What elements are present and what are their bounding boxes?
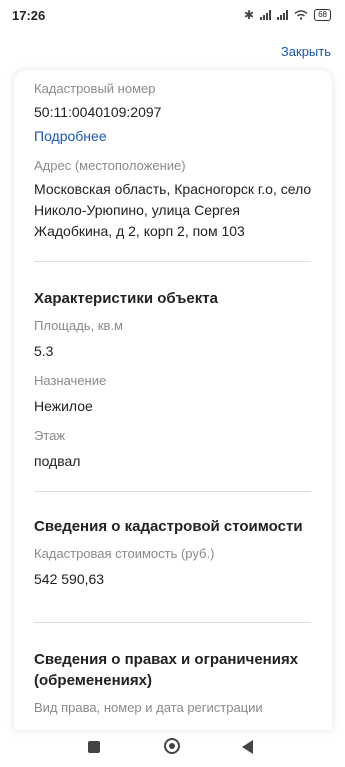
address-line: Жадобкина, д 2, корп 2, пом 103 xyxy=(34,223,245,239)
cost-label: Кадастровая стоимость (руб.) xyxy=(34,546,215,561)
rights-title-line: Сведения о правах и ограничениях xyxy=(34,651,299,668)
characteristics-title: Характеристики объекта xyxy=(34,290,218,307)
status-time: 17:26 xyxy=(12,8,46,23)
signal-icon xyxy=(260,10,272,20)
details-content: Кадастровый номер 50:11:0040109:2097 Под… xyxy=(34,80,319,717)
recent-apps-button[interactable] xyxy=(88,741,100,753)
section-divider xyxy=(34,622,311,623)
signal-icon-2 xyxy=(277,10,289,20)
bluetooth-icon: ✱ xyxy=(244,8,255,22)
section-divider xyxy=(34,491,311,492)
registration-label: Вид права, номер и дата регистрации xyxy=(34,700,263,715)
rights-title: Сведения о правах и ограничениях (обреме… xyxy=(34,649,319,691)
status-bar: 17:26 ✱ 68 xyxy=(0,0,345,32)
details-sheet: Кадастровый номер 50:11:0040109:2097 Под… xyxy=(14,70,332,730)
rights-title-line: (обременениях) xyxy=(34,672,152,689)
status-icons: ✱ 68 xyxy=(244,8,331,22)
cadastral-number-label: Кадастровый номер xyxy=(34,81,156,96)
address-line: Московская область, Красногорск г.о, сел… xyxy=(34,181,312,197)
purpose-label: Назначение xyxy=(34,373,107,388)
address-label: Адрес (местоположение) xyxy=(34,158,186,173)
wifi-icon xyxy=(294,10,308,20)
address-value: Московская область, Красногорск г.о, сел… xyxy=(34,179,319,242)
close-button[interactable]: Закрыть xyxy=(281,44,331,59)
area-value: 5.3 xyxy=(34,343,54,359)
cost-value: 542 590,63 xyxy=(34,571,105,587)
battery-indicator: 68 xyxy=(314,9,331,21)
back-button[interactable] xyxy=(242,740,253,754)
more-details-link[interactable]: Подробнее xyxy=(34,126,319,147)
system-nav-bar xyxy=(0,733,345,767)
purpose-value: Нежилое xyxy=(34,398,93,414)
floor-value: подвал xyxy=(34,453,81,469)
floor-label: Этаж xyxy=(34,428,66,443)
section-divider xyxy=(34,261,311,262)
cost-title: Сведения о кадастровой стоимости xyxy=(34,518,303,535)
address-line: Николо-Урюпино, улица Сергея xyxy=(34,202,240,218)
cadastral-number-value: 50:11:0040109:2097 xyxy=(34,104,162,120)
home-button[interactable] xyxy=(164,738,180,754)
area-label: Площадь, кв.м xyxy=(34,318,123,333)
